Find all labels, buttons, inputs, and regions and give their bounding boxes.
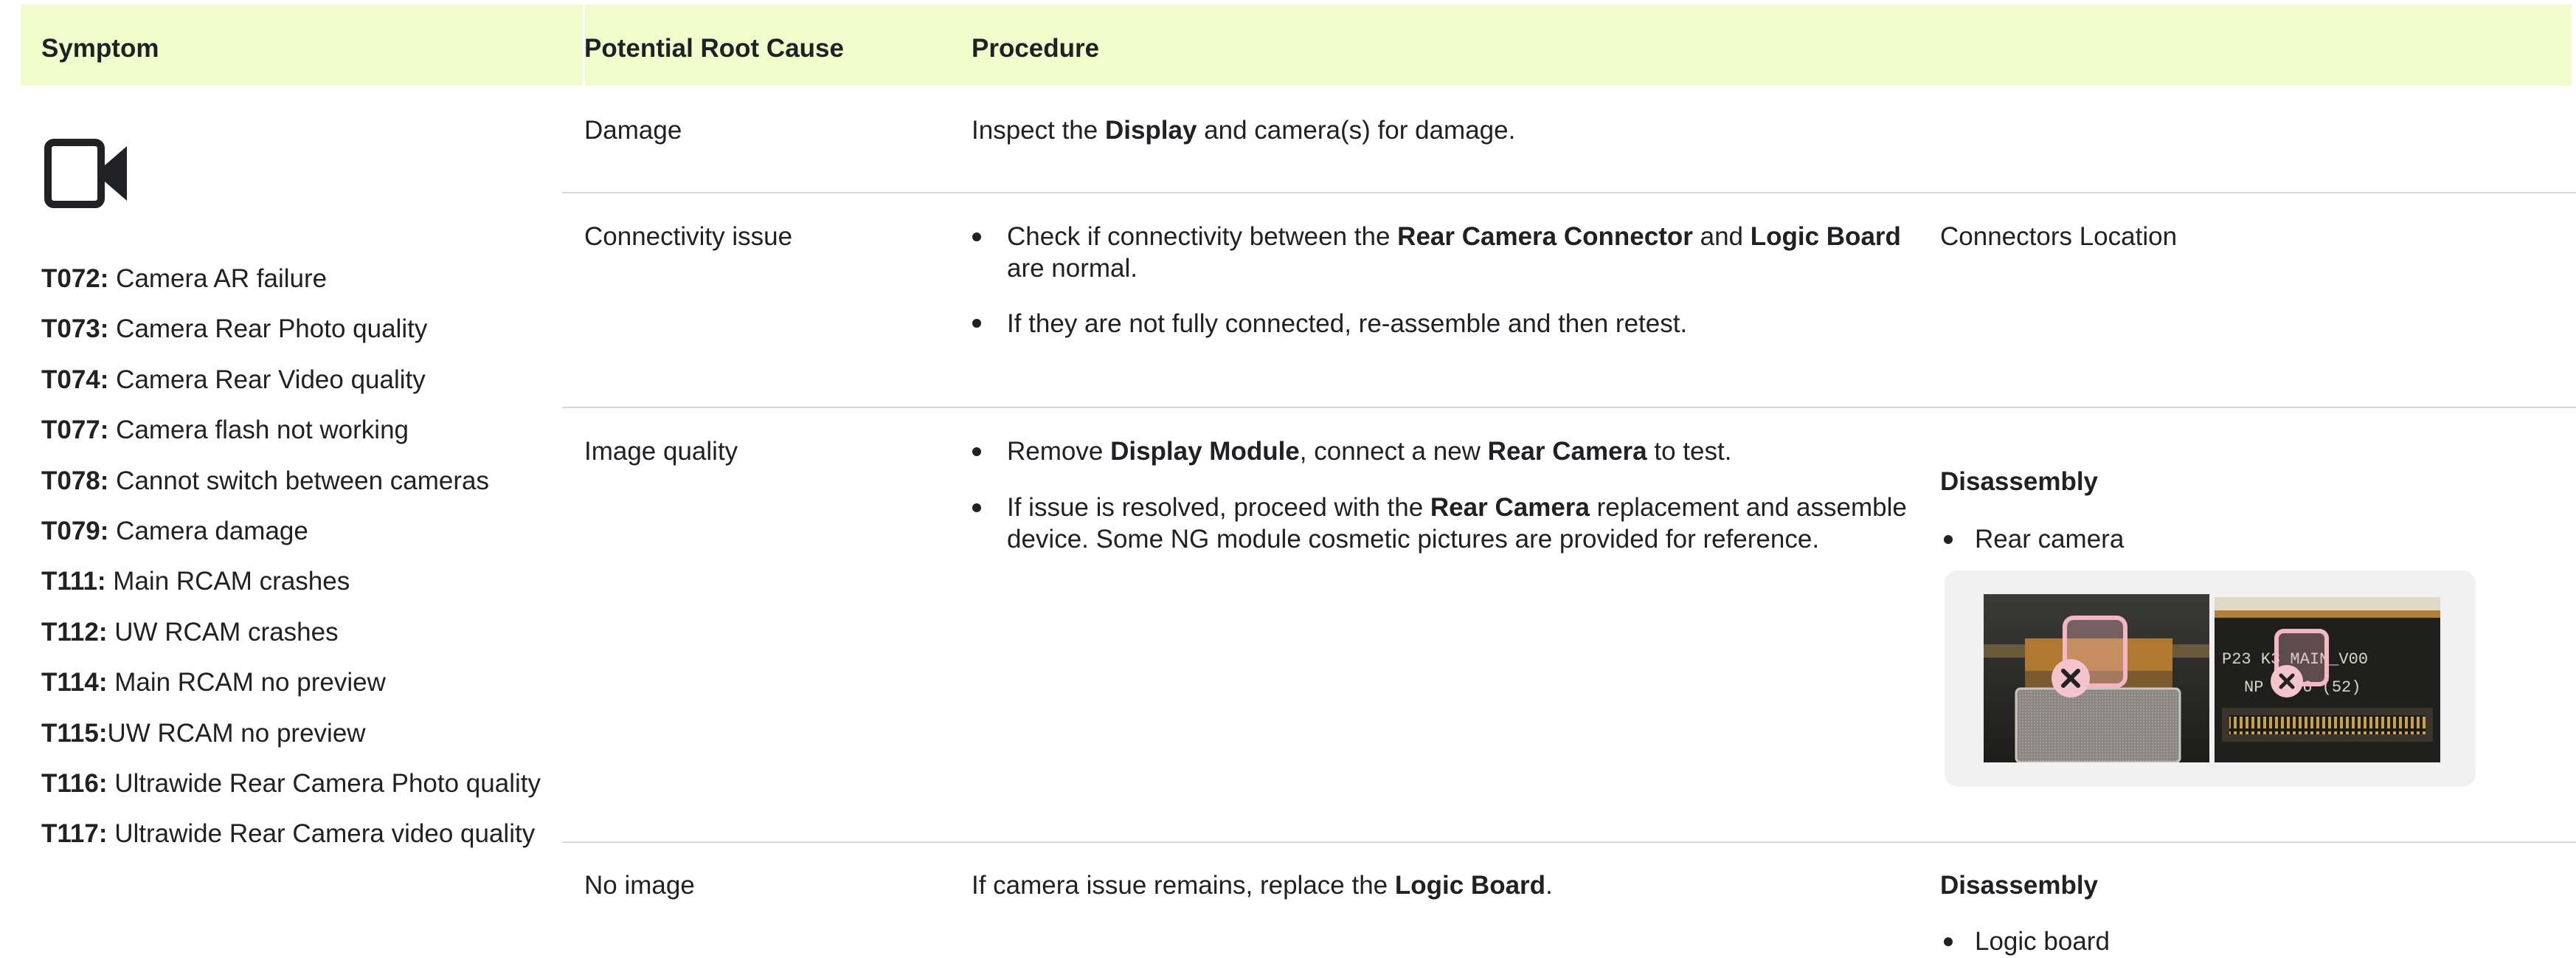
- symptom-item: T074: Camera Rear Video quality: [41, 365, 426, 394]
- bullet: [1944, 937, 1953, 946]
- symptom-item: T112: UW RCAM crashes: [41, 617, 339, 647]
- symptom-item: T111: Main RCAM crashes: [41, 567, 350, 596]
- row-divider: [562, 407, 2576, 408]
- symptom-item: T115:UW RCAM no preview: [41, 718, 366, 748]
- row-divider: [562, 841, 2576, 843]
- disassembly-link-rear-camera[interactable]: Rear camera: [1975, 523, 2124, 556]
- rear-camera-connector-photo: [1984, 594, 2209, 762]
- cause-image-quality: Image quality: [584, 437, 738, 466]
- procedure-image-quality-step2-cont: device. Some NG module cosmetic pictures…: [1007, 525, 1820, 554]
- procedure-connectivity-step1-cont: are normal.: [1007, 254, 1138, 283]
- bullet: [972, 319, 981, 328]
- video-camera-icon: [44, 139, 128, 208]
- logic-board-connector-photo: P23 K3 MAIN_V00 NP 20 6 (52): [2215, 597, 2440, 762]
- symptom-item: T079: Camera damage: [41, 516, 308, 545]
- cause-connectivity: Connectivity issue: [584, 222, 793, 251]
- symptom-item: T116: Ultrawide Rear Camera Photo qualit…: [41, 768, 541, 798]
- disassembly-link-logic-board[interactable]: Logic board: [1975, 926, 2110, 958]
- symptom-item: T114: Main RCAM no preview: [41, 668, 386, 697]
- bullet: [972, 232, 981, 241]
- row-divider: [562, 192, 2576, 193]
- procedure-connectivity-step2: If they are not fully connected, re-asse…: [1007, 309, 1688, 338]
- cause-damage: Damage: [584, 116, 682, 145]
- procedure-image-quality-step1: Remove Display Module, connect a new Rea…: [1007, 437, 1732, 466]
- cause-no-image: No image: [584, 871, 695, 900]
- symptom-list: T072: Camera AR failure T073: Camera Rea…: [41, 263, 541, 869]
- table-header: Symptom Potential Root Cause Procedure: [21, 4, 2572, 86]
- symptom-item: T078: Cannot switch between cameras: [41, 466, 489, 495]
- header-procedure: Procedure: [972, 34, 1100, 63]
- symptom-item: T073: Camera Rear Photo quality: [41, 314, 428, 344]
- symptom-item: T117: Ultrawide Rear Camera video qualit…: [41, 819, 536, 849]
- procedure-connectivity-step1: Check if connectivity between the Rear C…: [1007, 222, 1901, 251]
- bullet: [972, 503, 981, 512]
- procedure-image-quality-step2: If issue is resolved, proceed with the R…: [1007, 493, 1907, 522]
- connectors-location-label: Connectors Location: [1940, 222, 2178, 251]
- bullet: [972, 447, 981, 456]
- ng-module-pictures: P23 K3 MAIN_V00 NP 20 6 (52): [1945, 571, 2476, 787]
- header-symptom: Symptom: [41, 34, 159, 63]
- header-root-cause: Potential Root Cause: [584, 34, 844, 63]
- bullet: [1944, 535, 1953, 544]
- disassembly-title: Disassembly: [1940, 871, 2099, 900]
- symptom-item: T072: Camera AR failure: [41, 264, 328, 293]
- procedure-damage: Inspect the Display and camera(s) for da…: [972, 116, 1516, 145]
- disassembly-title: Disassembly: [1940, 467, 2099, 496]
- symptom-item: T077: Camera flash not working: [41, 416, 409, 445]
- procedure-no-image: If camera issue remains, replace the Log…: [972, 871, 1553, 900]
